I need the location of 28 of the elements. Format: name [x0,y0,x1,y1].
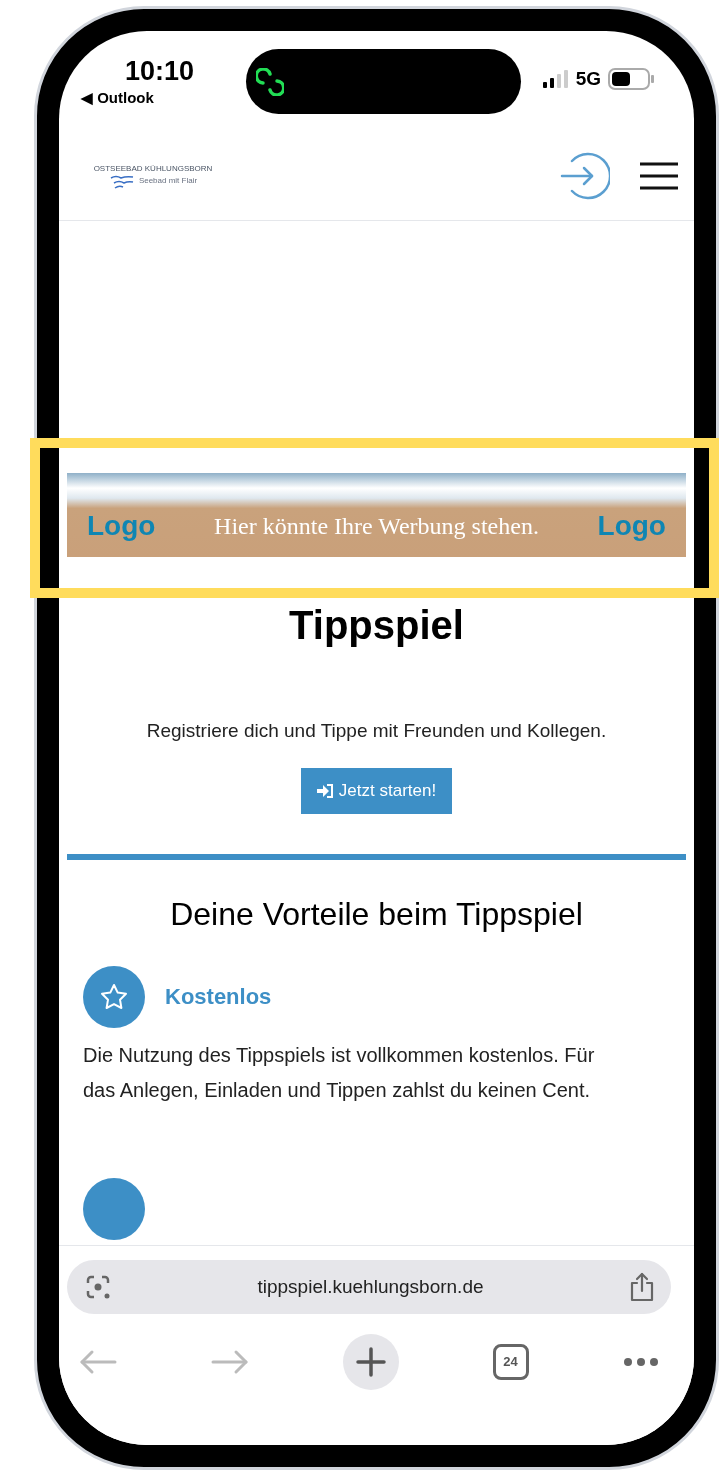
tabs-button[interactable]: 24 [492,1344,529,1380]
feature-description: Die Nutzung des Tippspiels ist vollkommen kostenlos. Für das Anlegen, Einladen und Tippen zahlst du keinen Cent. [83,1042,596,1103]
page-title: Tippspiel [288,602,465,649]
section-title: Deine Vorteile beim Tippspiel [169,894,584,934]
seagulls-icon [108,174,135,189]
new-tab-button[interactable] [342,1334,399,1390]
url-text: tippspiel.kuehlungsborn.de [257,1274,484,1299]
sign-in-icon [316,783,333,798]
back-to-app-link[interactable]: ◀ Outlook [81,87,154,110]
status-time: 10:10 [125,55,195,88]
battery-icon [608,68,654,91]
network-label: 5G [575,67,601,91]
start-button[interactable]: Jetzt starten! [300,767,453,814]
signal-icon [542,69,569,90]
address-bar[interactable]: tippspiel.kuehlungsborn.de [66,1260,671,1314]
banner-logo: Logo [597,509,666,543]
login-icon[interactable] [560,150,610,201]
intro-text: Registriere dich und Tippe mit Freunden und Kollegen. [145,719,608,743]
logo-title: OSTSEEBAD KÜHLUNGSBORN [93,162,213,175]
menu-icon[interactable] [640,161,678,190]
banner-text: Hier könnte Ihre Werbung stehen. [214,512,539,541]
link-icon [256,67,284,96]
more-icon[interactable] [622,1357,659,1367]
share-icon[interactable] [628,1272,655,1302]
banner-logo: Logo [87,509,156,543]
site-logo[interactable]: OSTSEEBAD KÜHLUNGSBORN Seebad mit Flair [83,162,223,189]
logo-subtitle: Seebad mit Flair [138,174,198,187]
feature-title: Kostenlos [165,983,272,1011]
